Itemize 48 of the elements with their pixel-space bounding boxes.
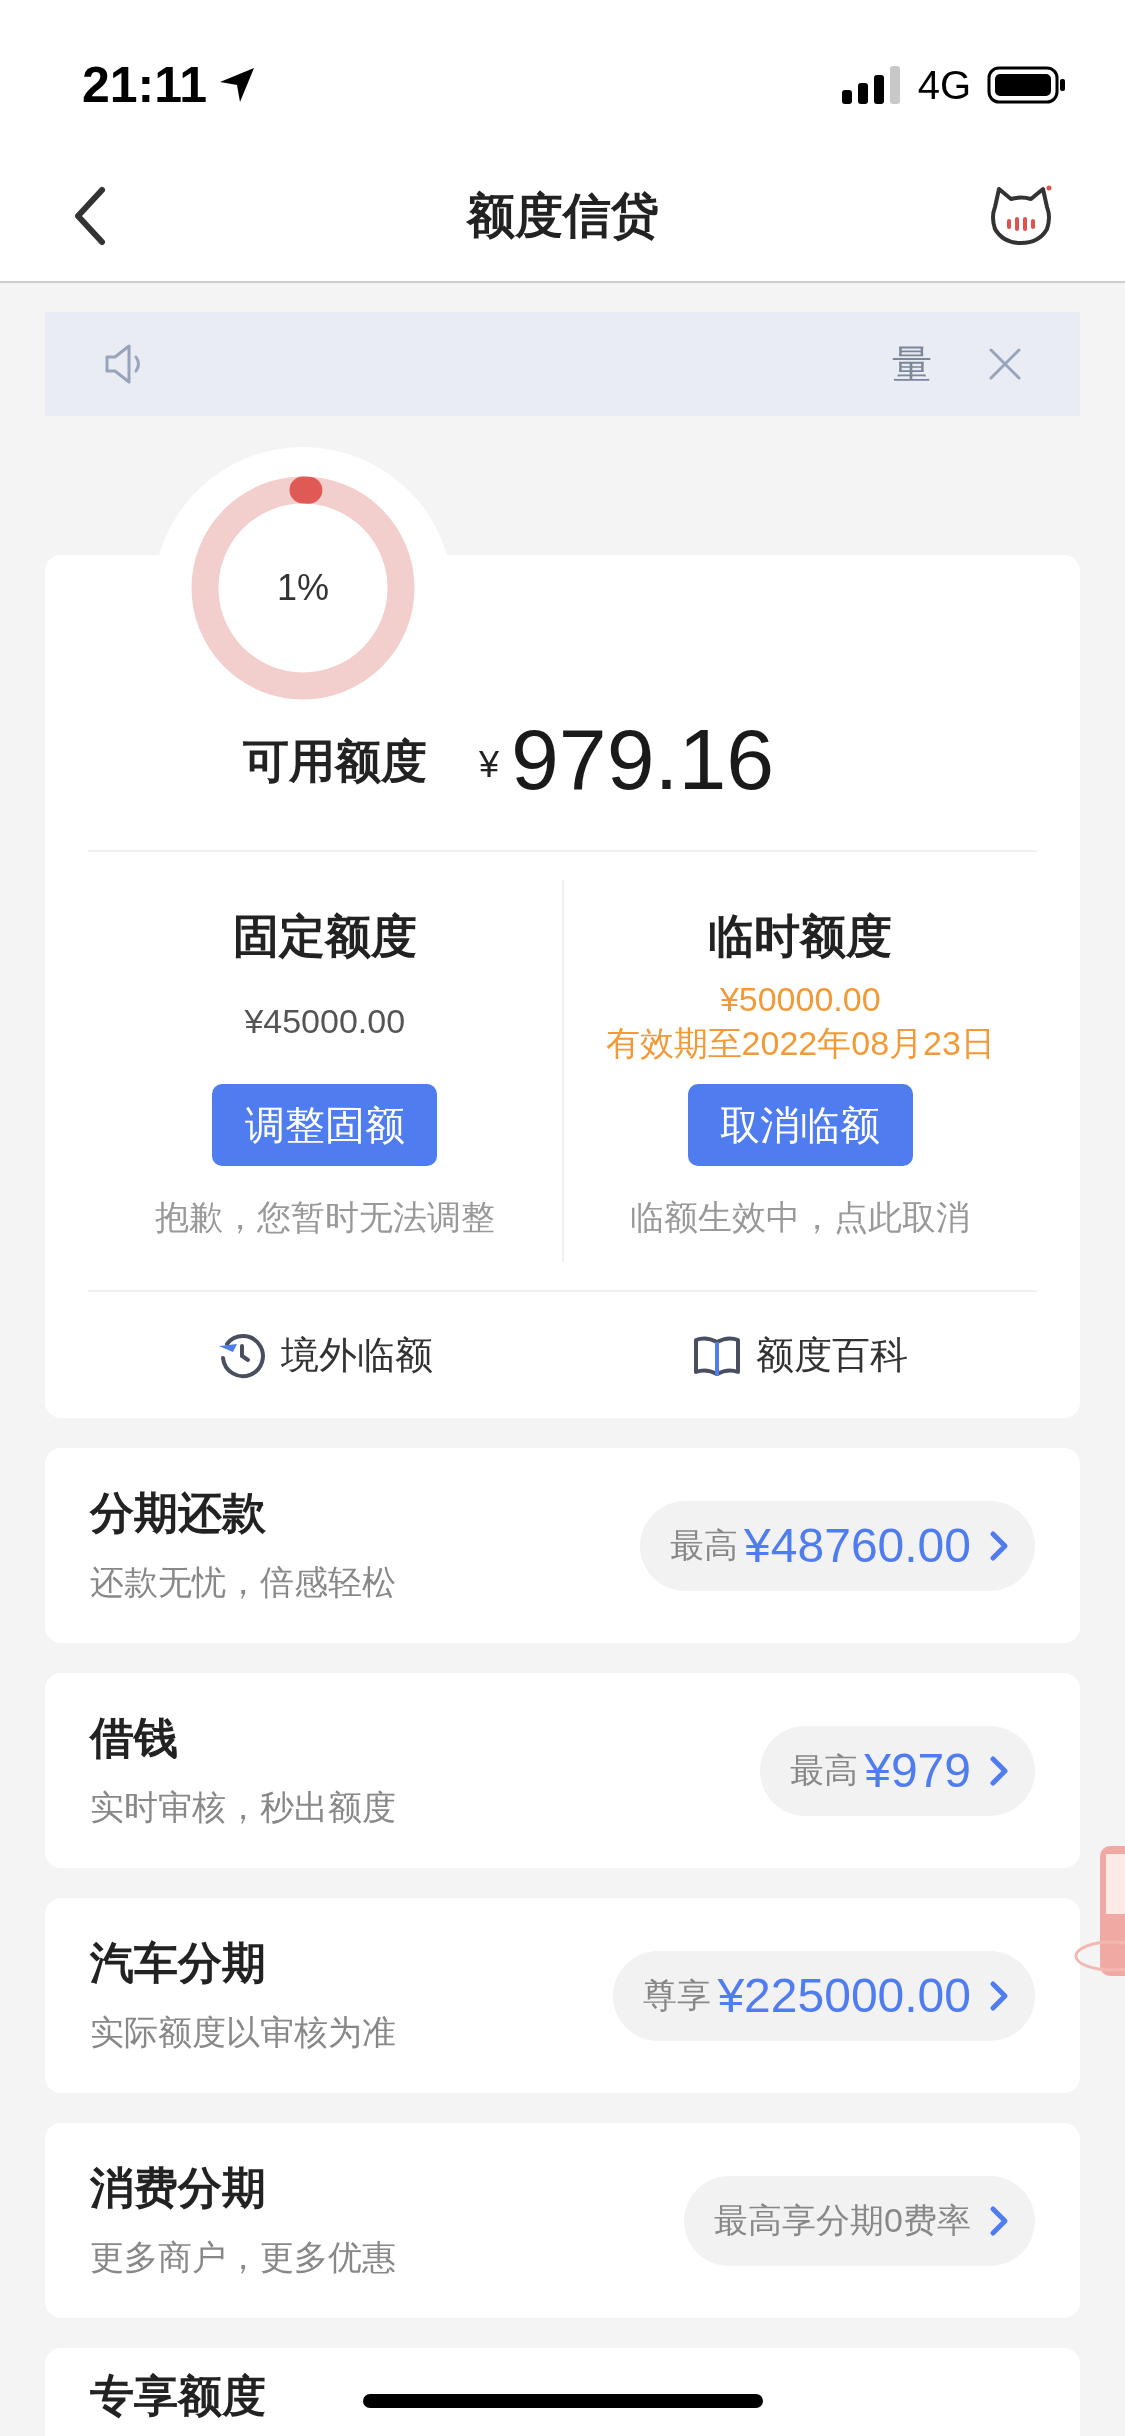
product-subtitle: 更多商户，更多优惠 [90, 2237, 396, 2278]
chevron-right-icon [989, 1529, 1009, 1562]
signal-icon [841, 66, 902, 104]
status-note: 临额生效中，点此取消 [630, 1197, 971, 1238]
pill-prefix: 最高 [670, 1525, 739, 1566]
amount-text: 有效期至2022年08月23日 [605, 1023, 995, 1064]
status-time: 21:11 [82, 55, 208, 115]
battery-icon [987, 65, 1067, 105]
pill-prefix: 最高享分期0费率 [714, 2200, 971, 2241]
section-title: 固定额度 [232, 909, 417, 964]
product-title: 分期还款 [90, 1487, 267, 1539]
action-button[interactable]: 取消临额 [687, 1084, 913, 1166]
currency-symbol: ¥ [479, 743, 500, 787]
gauge-percent: 1% [277, 566, 329, 610]
amount-text: ¥50000.00 [719, 979, 881, 1020]
chevron-right-icon [989, 1754, 1009, 1787]
product-card[interactable]: 借钱 实时审核，秒出额度 最高¥979 [45, 1673, 1080, 1868]
amount-text: ¥45000.00 [244, 1001, 406, 1042]
page-title: 额度信贷 [466, 187, 659, 244]
product-title: 消费分期 [90, 2162, 267, 2214]
network-label: 4G [917, 62, 971, 109]
product-title: 汽车分期 [90, 1937, 267, 1989]
pill-amount: ¥979 [864, 1742, 971, 1799]
pill-prefix: 最高 [790, 1750, 859, 1791]
product-subtitle: 实时审核，秒出额度 [90, 1787, 396, 1828]
product-card[interactable]: 专享额度 [45, 2348, 1080, 2436]
section-title: 临时额度 [708, 909, 893, 964]
pill-prefix: 尊享 [643, 1975, 712, 2016]
available-credit-label: 可用额度 [243, 734, 427, 789]
available-amount: 979.16 [511, 716, 775, 802]
chevron-right-icon [989, 2204, 1009, 2237]
back-icon[interactable] [72, 185, 108, 246]
product-subtitle: 实际额度以审核为准 [90, 2012, 396, 2053]
product-title: 专享额度 [90, 2370, 266, 2422]
product-card[interactable]: 分期还款 还款无忧，倍感轻松 最高¥48760.00 [45, 1448, 1080, 1643]
pill-amount: ¥225000.00 [717, 1967, 971, 2024]
cat-service-icon[interactable] [989, 184, 1053, 247]
product-subtitle: 还款无忧，倍感轻松 [90, 1562, 396, 1603]
pill-amount: ¥48760.00 [744, 1517, 971, 1574]
product-card[interactable]: 汽车分期 实际额度以审核为准 尊享¥225000.00 [45, 1898, 1080, 2093]
chevron-right-icon [989, 1979, 1009, 2012]
notice-text: 量 [892, 341, 932, 388]
link-label[interactable]: 境外临额 [281, 1326, 434, 1384]
action-button[interactable]: 调整固额 [212, 1084, 438, 1166]
product-title: 借钱 [90, 1712, 179, 1764]
status-note: 抱歉，您暂时无法调整 [154, 1197, 495, 1238]
link-label[interactable]: 额度百科 [755, 1326, 908, 1384]
product-card[interactable]: 消费分期 更多商户，更多优惠 最高享分期0费率 [45, 2123, 1080, 2318]
